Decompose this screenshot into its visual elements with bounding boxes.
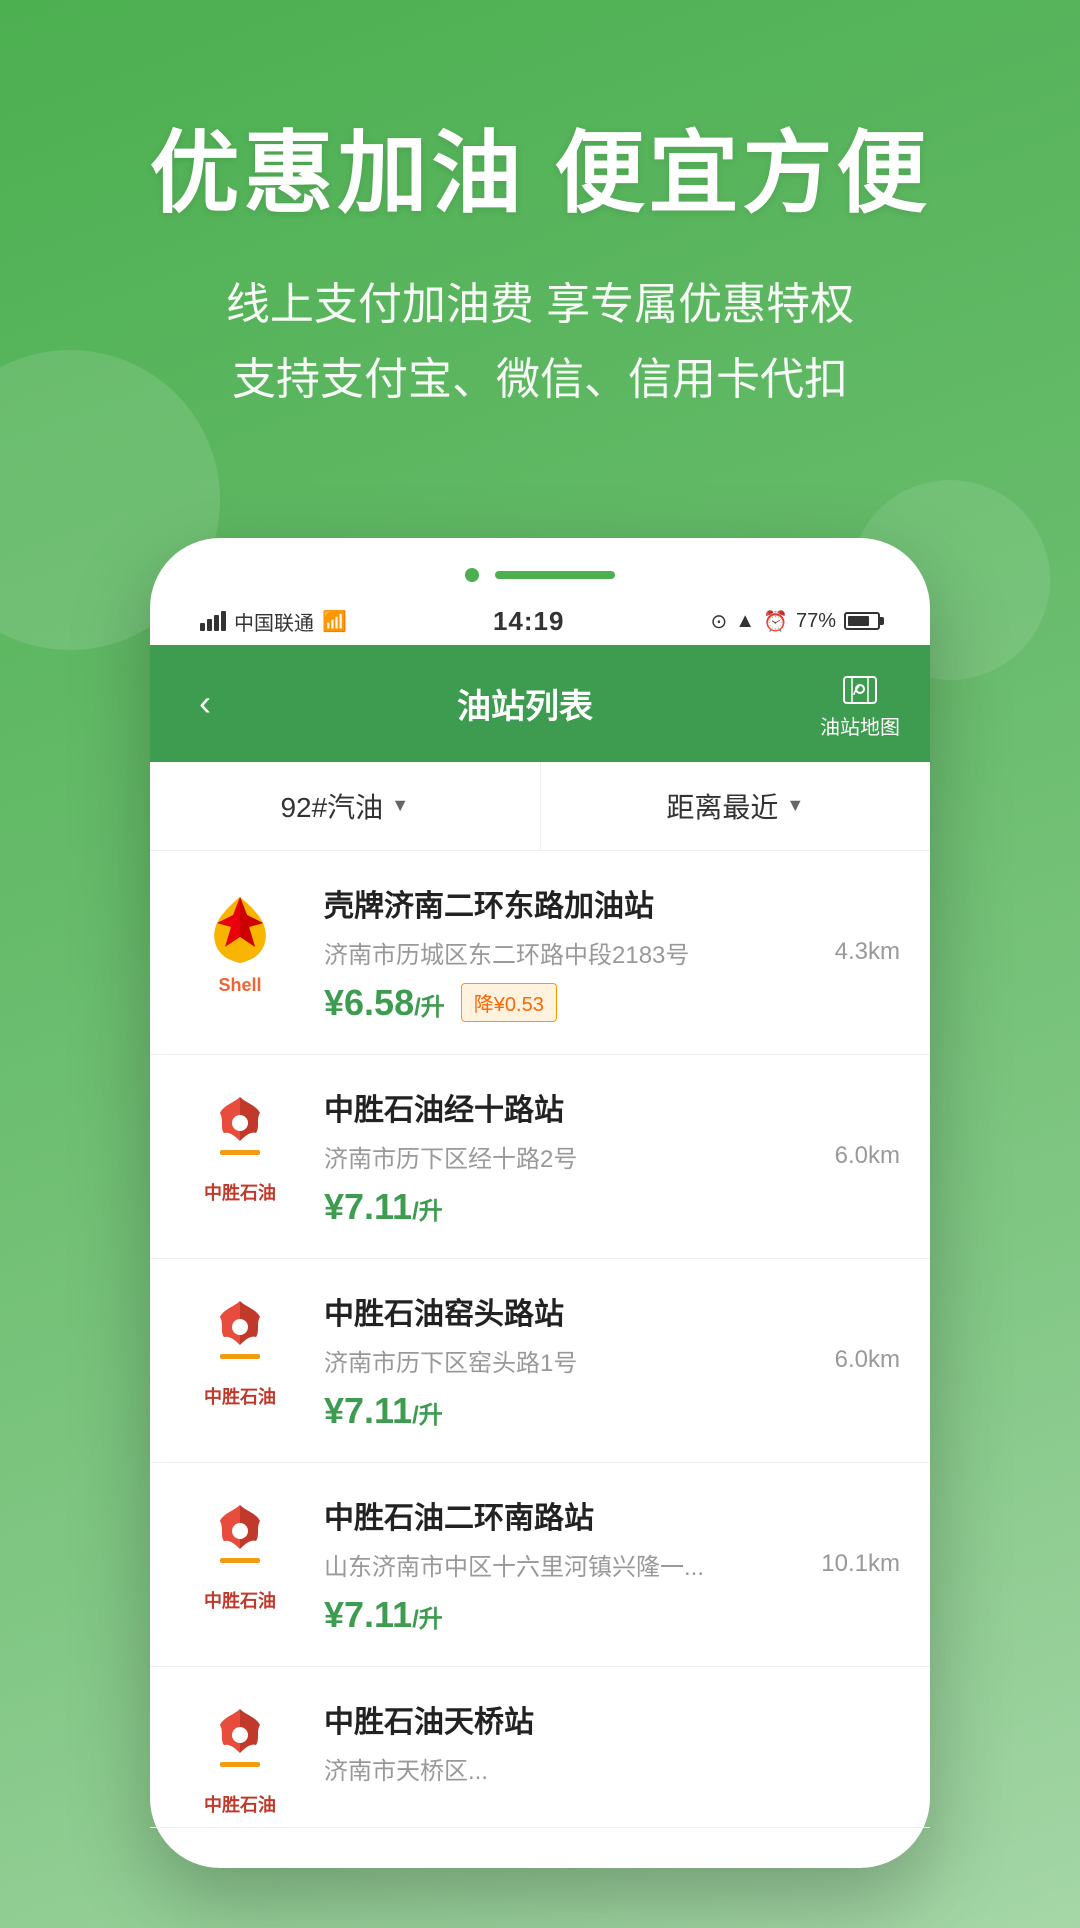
- status-time: 14:19: [493, 606, 565, 637]
- price-row: ¥6.58/升 降¥0.53: [324, 982, 900, 1024]
- hero-subtitle-line2: 支持支付宝、微信、信用卡代扣: [60, 343, 1020, 418]
- sort-arrow: ▼: [786, 795, 804, 816]
- hero-subtitle: 线上支付加油费 享专属优惠特权 支持支付宝、微信、信用卡代扣: [60, 268, 1020, 418]
- station-info: 壳牌济南二环东路加油站 济南市历城区东二环路中段2183号 4.3km ¥6.5…: [324, 881, 900, 1024]
- address-row: 济南市历城区东二环路中段2183号 4.3km: [324, 935, 900, 970]
- fuel-type-label: 92#汽油: [280, 786, 383, 826]
- discount-badge: 降¥0.53: [461, 983, 557, 1022]
- notch-camera: [465, 568, 479, 582]
- station-distance: 6.0km: [835, 1346, 900, 1374]
- gps-icon: ▲: [735, 610, 755, 633]
- back-button[interactable]: ‹: [180, 682, 230, 724]
- station-item[interactable]: 中胜石油 中胜石油经十路站 济南市历下区经十路2号 6.0km ¥7.11/升: [150, 1055, 930, 1259]
- station-price: ¥6.58/升: [324, 982, 445, 1024]
- station-logo: 中胜石油: [180, 1697, 300, 1817]
- hero-subtitle-line1: 线上支付加油费 享专属优惠特权: [60, 268, 1020, 343]
- station-list: Shell 壳牌济南二环东路加油站 济南市历城区东二环路中段2183号 4.3k…: [150, 851, 930, 1828]
- station-price: ¥7.11/升: [324, 1390, 443, 1432]
- zhongsheng-text: 中胜石油: [204, 1179, 276, 1205]
- zhongsheng-logo-icon: [195, 1493, 285, 1583]
- sort-label: 距离最近: [666, 786, 778, 826]
- station-logo: 中胜石油: [180, 1493, 300, 1613]
- station-item[interactable]: 中胜石油 中胜石油二环南路站 山东济南市中区十六里河镇兴隆一... 10.1km…: [150, 1463, 930, 1667]
- station-name: 中胜石油二环南路站: [324, 1493, 900, 1537]
- address-row: 济南市历下区窑头路1号 6.0km: [324, 1343, 900, 1378]
- carrier-label: 中国联通: [234, 607, 314, 636]
- hero-section: 优惠加油 便宜方便 线上支付加油费 享专属优惠特权 支持支付宝、微信、信用卡代扣: [0, 0, 1080, 478]
- station-logo: Shell: [180, 881, 300, 1001]
- shell-text: Shell: [218, 975, 261, 996]
- station-item[interactable]: 中胜石油 中胜石油窑头路站 济南市历下区窑头路1号 6.0km ¥7.11/升: [150, 1259, 930, 1463]
- price-row: ¥7.11/升: [324, 1594, 900, 1636]
- map-button[interactable]: 油站地图: [820, 667, 900, 740]
- status-bar: 中国联通 📶 14:19 ⊙ ▲ ⏰ 77%: [170, 598, 910, 645]
- station-info: 中胜石油二环南路站 山东济南市中区十六里河镇兴隆一... 10.1km ¥7.1…: [324, 1493, 900, 1636]
- battery-percent: 77%: [796, 610, 836, 633]
- station-info: 中胜石油窑头路站 济南市历下区窑头路1号 6.0km ¥7.11/升: [324, 1289, 900, 1432]
- station-item[interactable]: Shell 壳牌济南二环东路加油站 济南市历城区东二环路中段2183号 4.3k…: [150, 851, 930, 1055]
- station-logo: 中胜石油: [180, 1085, 300, 1205]
- station-info: 中胜石油天桥站 济南市天桥区...: [324, 1697, 900, 1798]
- zhongsheng-text: 中胜石油: [204, 1383, 276, 1409]
- app-header: ‹ 油站列表 油站地图: [150, 645, 930, 762]
- hero-title: 优惠加油 便宜方便: [60, 120, 1020, 228]
- station-item[interactable]: 中胜石油 中胜石油天桥站 济南市天桥区...: [150, 1667, 930, 1828]
- station-info: 中胜石油经十路站 济南市历下区经十路2号 6.0km ¥7.11/升: [324, 1085, 900, 1228]
- wifi-icon: 📶: [322, 609, 347, 634]
- station-name: 中胜石油窑头路站: [324, 1289, 900, 1333]
- station-address: 济南市天桥区...: [324, 1751, 900, 1786]
- location-icon: ⊙: [711, 609, 728, 634]
- station-name: 壳牌济南二环东路加油站: [324, 881, 900, 925]
- station-price: ¥7.11/升: [324, 1594, 443, 1636]
- address-row: 济南市历下区经十路2号 6.0km: [324, 1139, 900, 1174]
- phone-mockup: 中国联通 📶 14:19 ⊙ ▲ ⏰ 77% ‹ 油站列表: [0, 538, 1080, 1928]
- station-name: 中胜石油经十路站: [324, 1085, 900, 1129]
- station-price: ¥7.11/升: [324, 1186, 443, 1228]
- price-row: ¥7.11/升: [324, 1390, 900, 1432]
- header-title: 油站列表: [457, 679, 593, 728]
- station-address: 济南市历下区经十路2号: [324, 1139, 835, 1174]
- phone-notch: [170, 568, 910, 582]
- zhongsheng-text: 中胜石油: [204, 1587, 276, 1613]
- zhongsheng-logo-icon: [195, 1697, 285, 1787]
- fuel-type-arrow: ▼: [391, 795, 409, 816]
- map-icon: [838, 667, 882, 711]
- phone-frame: 中国联通 📶 14:19 ⊙ ▲ ⏰ 77% ‹ 油站列表: [150, 538, 930, 1868]
- battery-icon: [844, 612, 880, 630]
- status-right: ⊙ ▲ ⏰ 77%: [711, 609, 881, 634]
- station-name: 中胜石油天桥站: [324, 1697, 900, 1741]
- station-address: 山东济南市中区十六里河镇兴隆一...: [324, 1547, 821, 1582]
- address-row: 山东济南市中区十六里河镇兴隆一... 10.1km: [324, 1547, 900, 1582]
- filter-bar: 92#汽油 ▼ 距离最近 ▼: [150, 762, 930, 851]
- status-left: 中国联通 📶: [200, 607, 347, 636]
- alarm-icon: ⏰: [763, 609, 788, 634]
- station-distance: 6.0km: [835, 1142, 900, 1170]
- notch-speaker: [495, 571, 615, 579]
- zhongsheng-text: 中胜石油: [204, 1791, 276, 1817]
- address-row: 济南市天桥区...: [324, 1751, 900, 1786]
- station-distance: 4.3km: [835, 938, 900, 966]
- shell-logo-icon: [195, 885, 285, 975]
- fuel-type-filter[interactable]: 92#汽油 ▼: [150, 762, 541, 850]
- signal-icon: [200, 611, 226, 631]
- price-row: ¥7.11/升: [324, 1186, 900, 1228]
- zhongsheng-logo-icon: [195, 1085, 285, 1175]
- station-address: 济南市历下区窑头路1号: [324, 1343, 835, 1378]
- map-label: 油站地图: [820, 711, 900, 740]
- station-distance: 10.1km: [821, 1550, 900, 1578]
- battery-fill: [848, 616, 869, 626]
- station-address: 济南市历城区东二环路中段2183号: [324, 935, 835, 970]
- station-logo: 中胜石油: [180, 1289, 300, 1409]
- zhongsheng-logo-icon: [195, 1289, 285, 1379]
- sort-filter[interactable]: 距离最近 ▼: [541, 762, 931, 850]
